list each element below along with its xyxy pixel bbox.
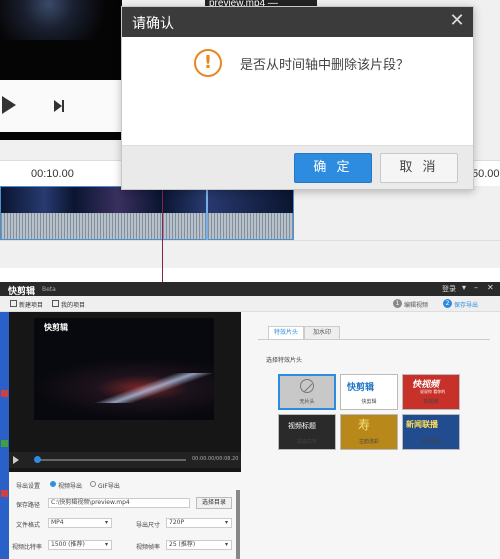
template-label: 无片头	[299, 399, 315, 405]
template-label: 快剪辑	[361, 399, 377, 405]
chevron-down-icon: ▾	[105, 519, 109, 526]
preview-progress-track[interactable]	[36, 459, 186, 461]
preview-time: 00:00.00/00:08.20	[192, 456, 239, 462]
tab-watermark[interactable]: 加水印	[304, 326, 340, 340]
next-frame-icon[interactable]	[52, 98, 66, 112]
chevron-down-icon: ▾	[105, 541, 109, 548]
preview-video	[34, 318, 214, 420]
bitrate-select[interactable]: 1500 (推荐)	[48, 540, 112, 550]
dialog-header	[122, 7, 473, 37]
format-select[interactable]: MP4	[48, 518, 112, 528]
template-label: 古韵流彩	[358, 439, 379, 445]
section-title: 选择特效片头	[266, 357, 303, 364]
no-intro-icon	[300, 379, 314, 393]
browse-button[interactable]: 选择目录	[196, 497, 232, 509]
play-icon[interactable]	[2, 96, 16, 114]
cancel-button[interactable]: 取 消	[380, 153, 458, 183]
desktop-icons	[0, 380, 9, 550]
size-select[interactable]: 720P	[166, 518, 232, 528]
tab-intro-effects[interactable]: 特效片头	[268, 326, 304, 340]
chevron-down-icon: ▾	[225, 541, 229, 548]
template-art: 寿	[358, 418, 371, 432]
app-titlebar	[0, 282, 500, 296]
export-setting-label: 导出设置	[16, 483, 41, 490]
warning-icon: !	[194, 49, 222, 77]
preview-progress-thumb[interactable]	[34, 456, 41, 463]
my-projects-icon	[52, 300, 59, 307]
settings-scrollbar[interactable]	[236, 490, 240, 559]
clip-divider	[206, 186, 208, 240]
fps-label: 视频帧率	[136, 544, 161, 551]
new-project-button[interactable]: 新建项目	[19, 300, 43, 309]
login-link[interactable]: 登录	[442, 284, 456, 294]
template-label: 快视频	[423, 399, 439, 405]
step-edit-video[interactable]: 编辑视频	[404, 300, 428, 309]
video-clip-track[interactable]	[0, 186, 294, 240]
size-label: 导出尺寸	[136, 522, 161, 529]
minimize-icon[interactable]: –	[474, 283, 478, 292]
gif-export-label: GIF导出	[98, 483, 120, 490]
bitrate-label: 视频比特率	[12, 544, 43, 551]
step-circle: 1	[393, 299, 402, 308]
template-art: 视频标题	[288, 422, 316, 430]
confirm-dialog: 请确认 ✕ ! 是否从时间轴中删除该片段？ 确 定 取 消	[121, 6, 474, 190]
template-art: 快剪辑	[347, 383, 375, 393]
format-label: 文件格式	[16, 522, 41, 529]
template-label: 新闻联播	[420, 439, 441, 445]
close-app-icon[interactable]: ✕	[487, 283, 494, 292]
fps-select[interactable]: 25 (推荐)	[166, 540, 232, 550]
template-art-sub: 说说你 看你的	[420, 389, 446, 394]
save-path-input[interactable]: C:\快剪辑视频\preview.mp4	[48, 498, 190, 508]
template-art: 新闻联播	[406, 420, 438, 429]
new-project-icon	[10, 300, 17, 307]
my-projects-button[interactable]: 我的项目	[61, 300, 85, 309]
video-export-radio[interactable]	[50, 481, 56, 487]
gif-export-radio[interactable]	[90, 481, 96, 487]
ruler-tick: 00:10.00	[31, 168, 74, 180]
tab-divider	[258, 339, 490, 340]
close-icon[interactable]: ✕	[448, 12, 466, 30]
confirm-button[interactable]: 确 定	[294, 153, 372, 183]
step-save-export[interactable]: 保存导出	[454, 300, 478, 309]
preview-logo: 快剪辑	[44, 323, 68, 332]
ruler-tick: 50.00	[472, 168, 500, 180]
app-beta-badge: Beta	[42, 286, 56, 293]
track-divider	[0, 240, 500, 241]
video-export-label: 视频导出	[58, 483, 83, 490]
playhead[interactable]	[162, 186, 163, 282]
menu-icon[interactable]: ▾	[462, 283, 466, 292]
chevron-down-icon: ▾	[225, 519, 229, 526]
dialog-message: 是否从时间轴中删除该片段？	[240, 58, 410, 73]
preview-play-icon[interactable]	[13, 456, 19, 464]
template-label: 黑底白字	[296, 439, 317, 445]
step-circle: 2	[443, 299, 452, 308]
dialog-title: 请确认	[132, 16, 174, 32]
save-path-label: 保存路径	[16, 502, 41, 509]
